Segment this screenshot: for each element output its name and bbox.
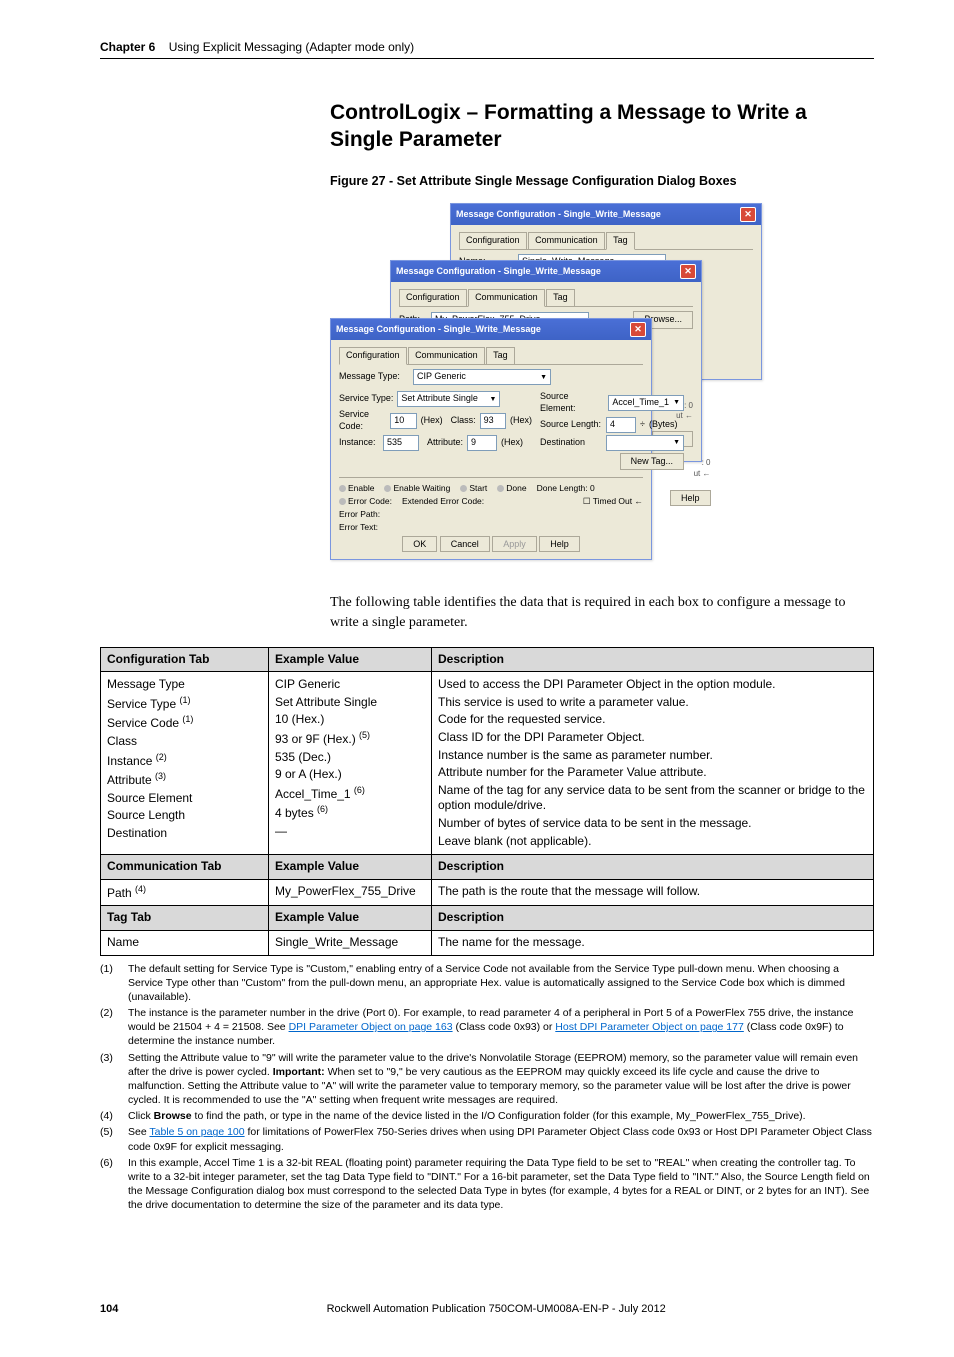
th-desc: Description [432, 906, 874, 931]
tab-comm[interactable]: Communication [528, 232, 605, 250]
dialog-title: Message Configuration - Single_Write_Mes… [336, 324, 541, 336]
dialog-title: Message Configuration - Single_Write_Mes… [456, 209, 661, 221]
chevron-down-icon: ▼ [540, 373, 547, 382]
src-elem-label: Source Element: [540, 391, 604, 414]
tab-comm[interactable]: Communication [408, 347, 485, 365]
body-paragraph: The following table identifies the data … [330, 593, 874, 632]
chevron-down-icon: ▼ [673, 438, 680, 447]
tab-tag[interactable]: Tag [546, 289, 575, 307]
config-params-cell: Message TypeService Type (1)Service Code… [101, 672, 269, 855]
page-number: 104 [100, 1302, 118, 1316]
section-title: ControlLogix – Formatting a Message to W… [330, 99, 874, 154]
tab-config[interactable]: Configuration [459, 232, 527, 250]
footnotes: (1)The default setting for Service Type … [100, 962, 874, 1213]
running-header: Chapter 6 Using Explicit Messaging (Adap… [100, 40, 874, 59]
tab-tag[interactable]: Tag [606, 232, 635, 250]
instance-field[interactable]: 535 [383, 435, 419, 451]
dialog-config: Message Configuration - Single_Write_Mes… [330, 318, 652, 560]
tab-tag[interactable]: Tag [486, 347, 515, 365]
msg-type-label: Message Type: [339, 371, 409, 383]
src-elem-combo[interactable]: Accel_Time_1▼ [608, 395, 684, 411]
th-config: Configuration Tab [101, 647, 269, 672]
help-button[interactable]: Help [539, 536, 580, 552]
chevron-down-icon: ▼ [489, 395, 496, 404]
dialog-title: Message Configuration - Single_Write_Mes… [396, 266, 601, 278]
th-desc: Description [432, 855, 874, 880]
th-comm: Communication Tab [101, 855, 269, 880]
tab-config[interactable]: Configuration [339, 347, 407, 365]
th-example: Example Value [269, 647, 432, 672]
th-desc: Description [432, 647, 874, 672]
th-example: Example Value [269, 855, 432, 880]
close-icon[interactable]: ✕ [740, 207, 756, 222]
dest-combo[interactable]: ▼ [606, 435, 684, 451]
tab-comm[interactable]: Communication [468, 289, 545, 307]
class-field[interactable]: 93 [480, 413, 506, 429]
svc-type-combo[interactable]: Set Attribute Single▼ [397, 391, 500, 407]
msg-type-combo[interactable]: CIP Generic▼ [413, 369, 551, 385]
th-example: Example Value [269, 906, 432, 931]
cancel-button[interactable]: Cancel [440, 536, 490, 552]
apply-button[interactable]: Apply [492, 536, 537, 552]
link-dpi-param[interactable]: DPI Parameter Object on page 163 [289, 1021, 453, 1033]
link-host-dpi[interactable]: Host DPI Parameter Object on page 177 [555, 1021, 744, 1033]
chapter-title: Using Explicit Messaging (Adapter mode o… [169, 40, 414, 54]
dest-label: Destination [540, 437, 602, 449]
ok-button[interactable]: OK [402, 536, 437, 552]
help-button[interactable]: Help [670, 490, 711, 506]
src-len-label: Source Length: [540, 419, 602, 431]
close-icon[interactable]: ✕ [680, 264, 696, 279]
figure-27: Message Configuration - Single_Write_Mes… [330, 203, 874, 573]
tab-config[interactable]: Configuration [399, 289, 467, 307]
attribute-label: Attribute: [427, 437, 463, 449]
link-table5[interactable]: Table 5 on page 100 [149, 1126, 244, 1138]
attribute-field[interactable]: 9 [467, 435, 497, 451]
class-label: Class: [451, 415, 476, 427]
th-tag: Tag Tab [101, 906, 269, 931]
config-desc-cell: Used to access the DPI Parameter Object … [432, 672, 874, 855]
page-footer: 104 Rockwell Automation Publication 750C… [100, 1302, 874, 1316]
config-values-cell: CIP GenericSet Attribute Single10 (Hex.)… [269, 672, 432, 855]
chevron-down-icon: ▼ [673, 398, 680, 407]
close-icon[interactable]: ✕ [630, 322, 646, 337]
svc-code-label: Service Code: [339, 409, 386, 432]
instance-label: Instance: [339, 437, 379, 449]
chapter-label: Chapter 6 [100, 40, 155, 54]
parameter-table: Configuration Tab Example Value Descript… [100, 647, 874, 956]
src-len-field[interactable]: 4 [606, 417, 636, 433]
publication-id: Rockwell Automation Publication 750COM-U… [327, 1302, 666, 1316]
svc-type-label: Service Type: [339, 393, 393, 405]
figure-caption: Figure 27 - Set Attribute Single Message… [330, 173, 874, 189]
svc-code-field[interactable]: 10 [390, 413, 416, 429]
